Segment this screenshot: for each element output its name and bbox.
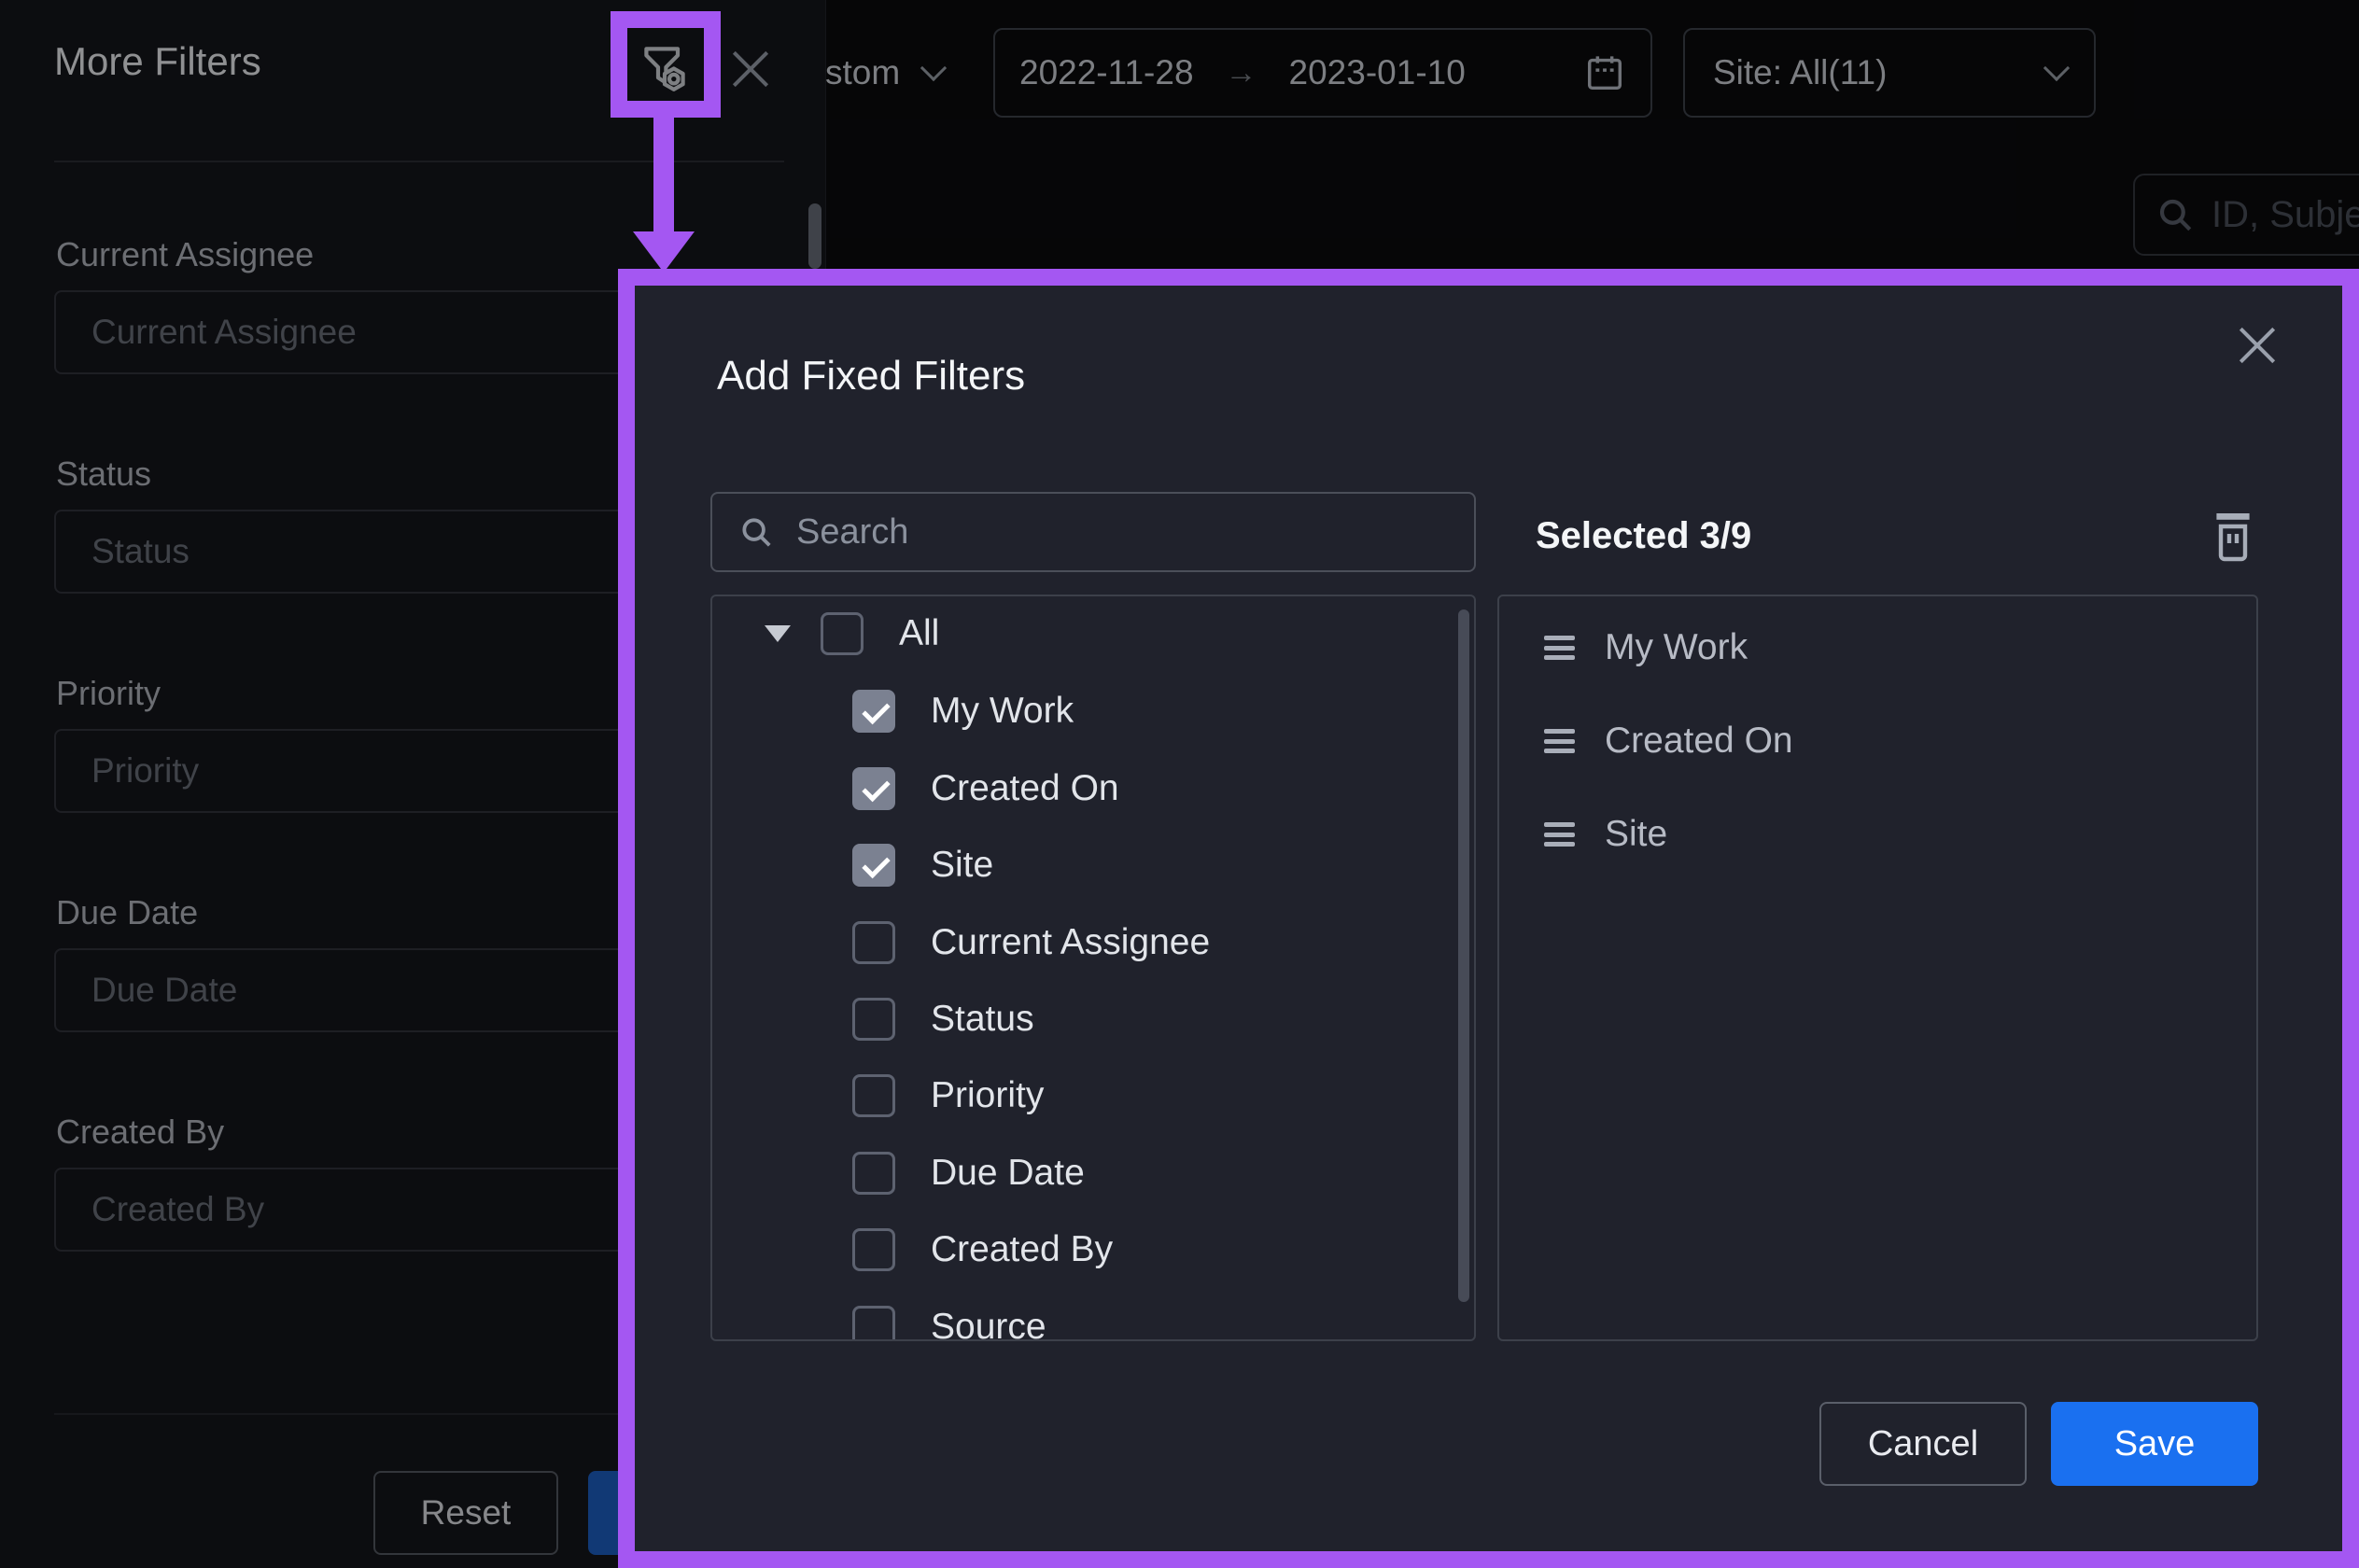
- drag-handle-icon[interactable]: [1544, 822, 1575, 847]
- tree-row-created-by[interactable]: Created By: [852, 1227, 1113, 1272]
- checkbox-created-on[interactable]: [852, 767, 895, 810]
- checkbox-priority[interactable]: [852, 1074, 895, 1117]
- tree-label: Due Date: [931, 1153, 1085, 1194]
- checkbox-due-date[interactable]: [852, 1152, 895, 1195]
- tree-row-created-on[interactable]: Created On: [852, 766, 1119, 811]
- save-button[interactable]: Save: [2051, 1402, 2258, 1486]
- tree-row-due-date[interactable]: Due Date: [852, 1151, 1085, 1196]
- tree-label: Source: [931, 1307, 1046, 1341]
- selected-item-my-work[interactable]: My Work: [1544, 625, 1748, 670]
- annotation-highlight-box: [611, 11, 721, 118]
- checkbox-all[interactable]: [821, 612, 864, 655]
- filter-search-input[interactable]: [794, 511, 1448, 553]
- tree-label: Current Assignee: [931, 922, 1210, 963]
- checkbox-current-assignee[interactable]: [852, 921, 895, 964]
- tree-row-priority[interactable]: Priority: [852, 1073, 1044, 1118]
- tree-row-source[interactable]: Source: [852, 1305, 1046, 1341]
- screen: stom 2022-11-28 → 2023-01-10 Site: All(1…: [0, 0, 2359, 1568]
- tree-label: Created On: [931, 768, 1119, 809]
- caret-down-icon[interactable]: [765, 625, 791, 642]
- checkbox-created-by[interactable]: [852, 1228, 895, 1271]
- selected-item-site[interactable]: Site: [1544, 812, 1667, 857]
- selected-item-label: My Work: [1605, 627, 1748, 668]
- tree-label: Status: [931, 999, 1034, 1040]
- clear-selected-button[interactable]: [2211, 510, 2255, 564]
- tree-label: My Work: [931, 691, 1074, 732]
- annotation-arrow-line: [653, 116, 674, 233]
- tree-label: Created By: [931, 1229, 1113, 1270]
- selected-count-label: Selected 3/9: [1536, 515, 1751, 557]
- modal-title: Add Fixed Filters: [717, 353, 1025, 399]
- drag-handle-icon[interactable]: [1544, 636, 1575, 660]
- annotation-arrow-head-icon: [633, 231, 695, 273]
- tree-label: Site: [931, 845, 993, 886]
- selected-item-label: Created On: [1605, 721, 1793, 762]
- tree-label: Priority: [931, 1075, 1044, 1116]
- filter-options-list: All My Work Created On Site Current Assi…: [710, 595, 1476, 1341]
- trash-icon: [2211, 510, 2255, 564]
- tree-row-my-work[interactable]: My Work: [852, 689, 1074, 734]
- add-fixed-filters-modal: Add Fixed Filters Selected 3/9: [618, 269, 2359, 1568]
- search-icon: [738, 514, 774, 550]
- tree-scrollbar[interactable]: [1458, 609, 1469, 1302]
- tree-label: All: [899, 613, 939, 654]
- cancel-button[interactable]: Cancel: [1819, 1402, 2027, 1486]
- filter-search-box[interactable]: [710, 492, 1476, 572]
- checkbox-status[interactable]: [852, 998, 895, 1041]
- tree-row-site[interactable]: Site: [852, 843, 993, 888]
- selected-filters-list: My Work Created On Site: [1497, 595, 2258, 1341]
- checkbox-source[interactable]: [852, 1306, 895, 1341]
- checkbox-site[interactable]: [852, 844, 895, 887]
- checkbox-my-work[interactable]: [852, 690, 895, 733]
- tree-row-status[interactable]: Status: [852, 997, 1034, 1042]
- drag-handle-icon[interactable]: [1544, 729, 1575, 753]
- tree-row-all[interactable]: All: [765, 611, 939, 656]
- selected-item-created-on[interactable]: Created On: [1544, 719, 1793, 763]
- selected-item-label: Site: [1605, 814, 1667, 855]
- tree-row-current-assignee[interactable]: Current Assignee: [852, 920, 1210, 965]
